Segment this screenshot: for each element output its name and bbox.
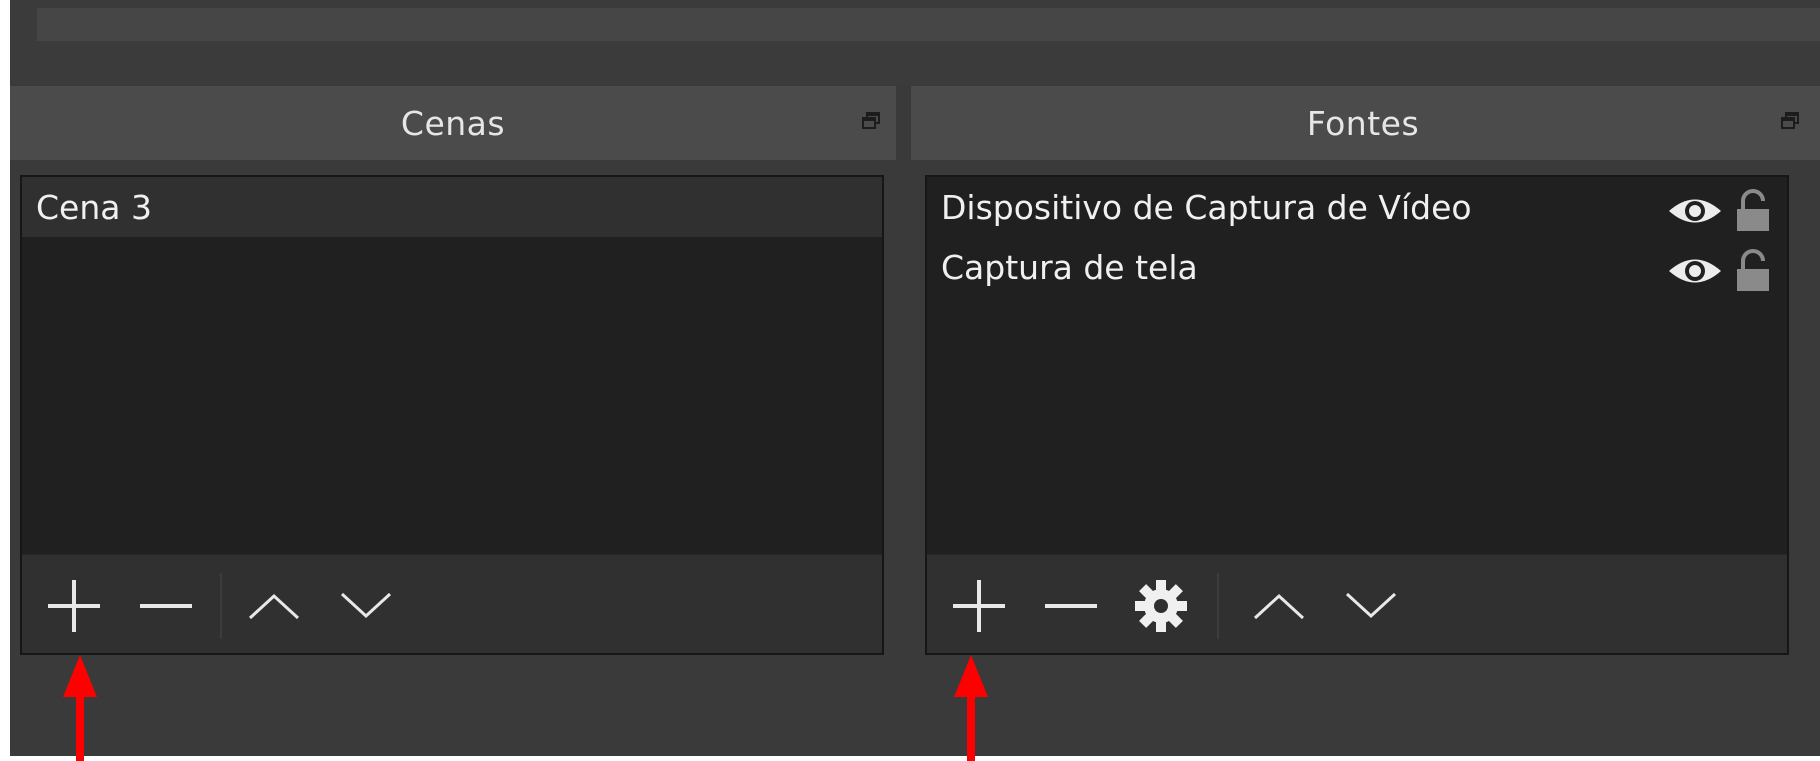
toolbar-separator [1217,573,1219,639]
remove-icon [1045,604,1097,608]
scene-list-item[interactable]: Cena 3 [22,177,882,237]
scenes-dock-title-bar[interactable]: Cenas [10,86,896,160]
sources-dock-title-bar[interactable]: Fontes [911,86,1815,160]
scenes-dock-title: Cenas [400,103,506,143]
move-down-icon [1345,592,1397,619]
red-arrow-annotation-sources [954,655,988,761]
sources-dock-title: Fontes [1306,103,1420,143]
red-arrow-annotation-scenes [63,655,97,761]
obs-window: Cenas Cena 3 Fontes Dispositivo de Captu… [0,0,1820,761]
move-down-icon [340,592,392,619]
toolbar-separator [220,573,222,639]
gear-icon [1135,580,1187,632]
remove-icon [140,604,192,608]
move-up-icon [1253,593,1305,620]
screenshot-border-left [0,0,10,761]
preview-area-inner [37,8,1820,41]
dock-splitter[interactable] [896,86,911,160]
source-list-item[interactable]: Captura de tela [927,237,1787,297]
move-up-icon [248,593,300,620]
move-source-down-button[interactable] [1341,581,1401,631]
move-source-up-button[interactable] [1249,581,1309,631]
scenes-toolbar [22,554,882,653]
add-icon [48,580,100,632]
eye-icon[interactable] [1667,254,1723,288]
unlock-icon[interactable] [1735,249,1771,293]
add-icon [953,580,1005,632]
source-list-item[interactable]: Dispositivo de Captura de Vídeo [927,177,1787,237]
undock-icon[interactable] [1781,112,1799,130]
add-source-button[interactable] [949,580,1009,632]
next-dock-edge [1815,86,1820,160]
source-properties-button[interactable] [1131,580,1191,632]
remove-source-button[interactable] [1041,581,1101,631]
source-name: Dispositivo de Captura de Vídeo [941,187,1472,227]
scenes-list-panel: Cena 3 [20,175,884,655]
add-scene-button[interactable] [44,580,104,632]
remove-scene-button[interactable] [136,581,196,631]
eye-icon[interactable] [1667,194,1723,228]
undock-icon[interactable] [862,112,880,130]
sources-toolbar [927,554,1787,653]
unlock-icon[interactable] [1735,189,1771,233]
sources-list-panel: Dispositivo de Captura de Vídeo Captura … [925,175,1789,655]
scene-name: Cena 3 [36,187,152,227]
screenshot-border-bottom [0,756,1820,761]
move-scene-up-button[interactable] [244,581,304,631]
move-scene-down-button[interactable] [336,581,396,631]
source-name: Captura de tela [941,247,1198,287]
